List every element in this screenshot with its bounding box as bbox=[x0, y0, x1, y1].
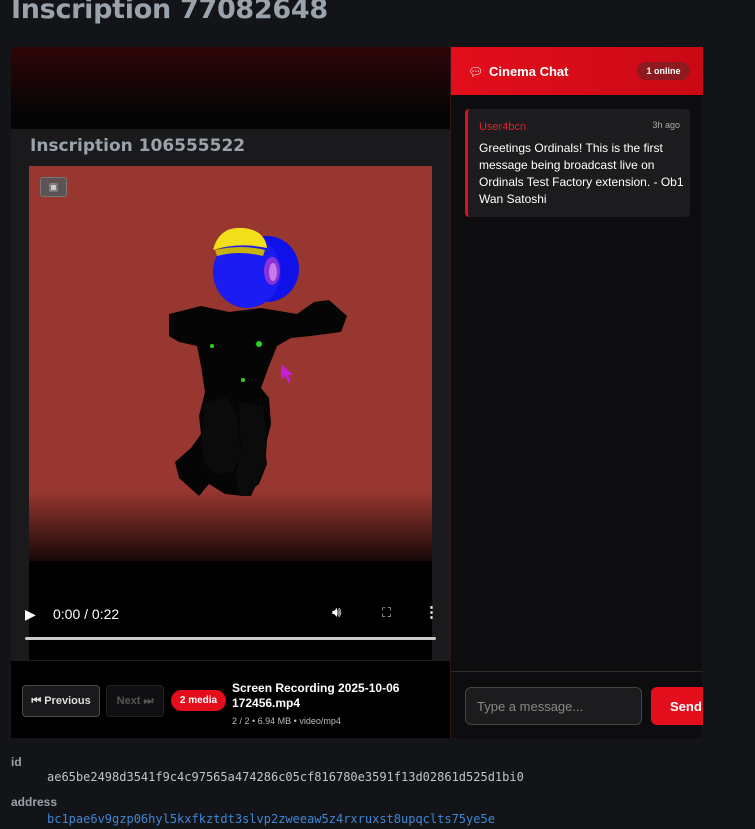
id-label: id bbox=[11, 755, 22, 769]
chat-panel: 💬︎ Cinema Chat 1 online User4bcn 3h ago … bbox=[450, 47, 703, 738]
media-count-badge: 2 media bbox=[171, 690, 226, 711]
page-title: Inscription 77082648 bbox=[11, 0, 328, 25]
player-top-bar bbox=[11, 47, 450, 129]
chat-bubble-icon: 💬︎ bbox=[468, 65, 484, 79]
online-count-badge: 1 online bbox=[637, 62, 690, 80]
volume-icon[interactable]: 🔊︎ bbox=[332, 604, 341, 621]
file-name: Screen Recording 2025-10-06 172456.mp4 bbox=[232, 681, 400, 710]
previous-button[interactable]: ⏮ Previous bbox=[22, 685, 100, 717]
address-link[interactable]: bc1pae6v9gzp06hyl5kxfkztdt3slvp2zweeaw5z… bbox=[47, 812, 495, 826]
next-label: Next bbox=[116, 695, 141, 707]
chat-divider bbox=[451, 671, 703, 672]
video-time: 0:00 / 0:22 bbox=[53, 606, 120, 622]
skip-previous-icon: ⏮ bbox=[31, 694, 42, 707]
video-progress-bar[interactable] bbox=[25, 637, 436, 640]
play-icon[interactable]: ▶ bbox=[25, 605, 39, 623]
chat-message-input[interactable] bbox=[465, 687, 642, 725]
inscription-frame: Inscription 106555522 ▣ ▶ 0:00 / 0:22 🔊︎… bbox=[11, 129, 450, 661]
video-element[interactable]: ▣ bbox=[29, 166, 432, 561]
video-controls-gradient bbox=[29, 491, 432, 561]
captions-icon[interactable]: ▣ bbox=[40, 177, 67, 197]
message-timestamp: 3h ago bbox=[652, 120, 680, 130]
video-controls: ▶ 0:00 / 0:22 🔊︎ ⛶ ⋮ bbox=[25, 601, 439, 627]
id-value: ae65be2498d3541f9c4c97565a474286c05cf816… bbox=[47, 770, 524, 784]
chat-message: User4bcn 3h ago Greetings Ordinals! This… bbox=[465, 109, 690, 217]
address-label: address bbox=[11, 795, 58, 809]
send-button[interactable]: Send bbox=[651, 687, 703, 725]
more-options-icon[interactable]: ⋮ bbox=[424, 603, 439, 621]
previous-label: Previous bbox=[44, 695, 91, 707]
skip-next-icon: ⏭ bbox=[143, 694, 154, 707]
frame-title: Inscription 106555522 bbox=[30, 136, 246, 156]
media-player: Inscription 106555522 ▣ ▶ 0:00 / 0:22 🔊︎… bbox=[11, 47, 450, 738]
message-text: Greetings Ordinals! This is the first me… bbox=[479, 141, 684, 206]
next-button[interactable]: Next ⏭ bbox=[106, 685, 164, 717]
media-navigation: ⏮ Previous Next ⏭ 2 media Screen Recordi… bbox=[11, 660, 450, 738]
chat-header: 💬︎ Cinema Chat 1 online bbox=[451, 47, 703, 95]
fullscreen-icon[interactable]: ⛶ bbox=[382, 605, 391, 621]
chat-title: Cinema Chat bbox=[489, 64, 569, 79]
message-username[interactable]: User4bcn bbox=[479, 121, 526, 133]
file-meta: 2 / 2 • 6.94 MB • video/mp4 bbox=[232, 716, 341, 726]
